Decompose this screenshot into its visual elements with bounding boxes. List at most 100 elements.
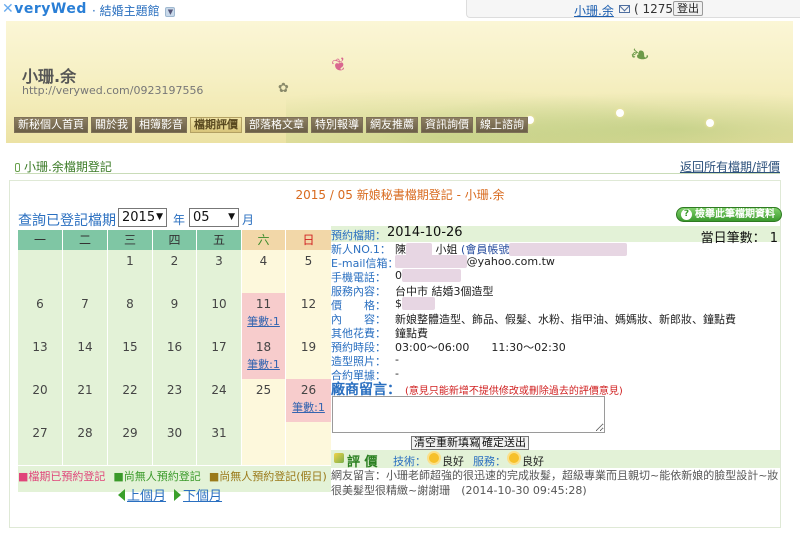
booking-count-link[interactable]: 筆數:1 <box>242 356 285 372</box>
nav-special[interactable]: 特別報導 <box>311 117 363 133</box>
theme-hall-menu[interactable]: · 結婚主題館 ▼ <box>92 2 176 19</box>
butterfly-icon: ❧ <box>627 39 653 71</box>
sun-icon <box>429 453 439 463</box>
user-comment: 網友留言：小珊老師超強的很迅速的完成妝髮，超級專業而且親切~能依新娘的臉型設計~… <box>331 468 780 498</box>
month-value: 05 <box>193 210 210 225</box>
month-select[interactable]: 05 ▼ <box>189 208 239 227</box>
nav-recommend[interactable]: 網友推薦 <box>366 117 418 133</box>
tech-label: 技術： <box>393 455 426 468</box>
calendar-day[interactable]: 26 筆數:1 <box>286 379 331 422</box>
calendar-day: 22 <box>108 379 152 422</box>
nav-about[interactable]: 關於我 <box>91 117 132 133</box>
calendar-day: 30 <box>153 422 196 465</box>
chevron-down-icon: ▼ <box>156 212 163 222</box>
calendar-day: 12 <box>286 293 331 336</box>
redacted-text: xxxxx <box>402 297 435 310</box>
report-button[interactable]: ? 檢舉此筆檔期資料 <box>676 207 782 222</box>
calendar-day: 31 <box>197 422 241 465</box>
calendar-day: 8 <box>108 293 152 336</box>
arrow-right-icon[interactable] <box>174 489 182 501</box>
site-logo[interactable]: ✕veryWed <box>2 1 87 17</box>
field-value: xxxxxxxxxxx@yahoo.com.tw <box>395 255 555 268</box>
day-number: 23 <box>166 383 183 397</box>
day-number: 21 <box>77 383 93 397</box>
chevron-down-icon[interactable]: ▼ <box>165 6 176 17</box>
logout-button[interactable]: 登出 <box>673 1 703 16</box>
day-number: 12 <box>300 297 317 311</box>
calendar-day: 13 <box>18 336 62 379</box>
weekday-header: 四 <box>153 230 196 250</box>
prev-month-link[interactable]: 上個月 <box>127 489 166 504</box>
calendar-day: 25 <box>242 379 285 422</box>
back-to-all-link[interactable]: 返回所有檔期/評價 <box>680 158 780 175</box>
top-bar: ✕veryWed · 結婚主題館 ▼ 小珊.余 ( 1275 ) 登出 <box>0 0 800 20</box>
calendar-day: 3 <box>197 250 241 293</box>
submit-button[interactable]: 確定送出 <box>479 436 529 450</box>
calendar-empty-cell <box>286 422 331 465</box>
calendar-day[interactable]: 18 筆數:1 <box>242 336 285 379</box>
user-box: 小珊.余 ( 1275 ) 登出 <box>466 0 800 18</box>
nav-blog[interactable]: 部落格文章 <box>245 117 308 133</box>
calendar-day: 15 <box>108 336 152 379</box>
booking-count-link[interactable]: 筆數:1 <box>242 313 285 329</box>
field-value: - <box>395 353 399 366</box>
redacted-text: xxxxxxxxxxx <box>395 255 467 268</box>
calendar-day: 10 <box>197 293 241 336</box>
day-number: 28 <box>77 426 93 440</box>
tech-value: 良好 <box>442 455 464 468</box>
weekday-header: 一 <box>18 230 62 250</box>
calendar-day[interactable]: 11 筆數:1 <box>242 293 285 336</box>
mail-icon[interactable] <box>619 5 630 13</box>
calendar-day: 6 <box>18 293 62 336</box>
date-value: 2014-10-26 <box>387 225 463 240</box>
weekday-header: 三 <box>108 230 152 250</box>
year-select[interactable]: 2015 ▼ <box>118 208 167 227</box>
day-number: 20 <box>32 383 48 397</box>
day-number: 19 <box>300 340 317 354</box>
weekday-header: 日 <box>286 230 331 250</box>
bullet-icon <box>15 163 20 172</box>
price-prefix: $ <box>395 297 402 310</box>
nav-consult[interactable]: 線上諮詢 <box>476 117 528 133</box>
sun-icon <box>509 453 519 463</box>
query-label: 查詢已登記檔期 <box>18 213 116 229</box>
next-month-link[interactable]: 下個月 <box>183 489 222 504</box>
arrow-left-icon[interactable] <box>118 489 125 501</box>
user-link[interactable]: 小珊.余 <box>574 2 614 19</box>
service-label: 服務： <box>473 455 506 468</box>
flower-decoration <box>706 119 714 127</box>
nav-home[interactable]: 新秘個人首頁 <box>14 117 88 133</box>
day-number: 14 <box>77 340 93 354</box>
year-unit: 年 <box>173 213 186 227</box>
nav-quote[interactable]: 資訊詢價 <box>421 117 473 133</box>
question-icon: ? <box>681 209 692 220</box>
butterfly-icon: ✿ <box>278 81 289 96</box>
butterfly-icon: ❦ <box>329 53 350 78</box>
calendar-day: 5 <box>286 250 331 293</box>
day-number: 30 <box>166 426 183 440</box>
legend-free-holiday: ■尚無人預約登記(假日) <box>208 470 327 483</box>
calendar-day: 9 <box>153 293 196 336</box>
detail-header: 預約檔期： 2014-10-26 當日筆數： 1 <box>331 225 780 246</box>
booking-count-link[interactable]: 筆數:1 <box>286 399 331 415</box>
nav-schedule[interactable]: 檔期評價 <box>190 117 242 133</box>
day-number: 13 <box>32 340 48 354</box>
field-value: 新娘整體造型、飾品、假髮、水粉、指甲油、媽媽妝、新郎妝、鐘點費 <box>395 313 736 326</box>
section-title-text: 小珊.余檔期登記 <box>24 160 112 174</box>
nav-album[interactable]: 相簿影音 <box>135 117 187 133</box>
day-number: 6 <box>36 297 44 311</box>
calendar-grid: 一二三四五六日 1 2 3 4 5 6 7 8 9 10 11 筆數:1 12 13 14 15 16 17 18 筆數… <box>18 230 331 492</box>
logo-x-mark: ✕ <box>2 1 15 17</box>
weekday-header: 五 <box>197 230 241 250</box>
vendor-message-input[interactable] <box>332 396 605 433</box>
day-number: 25 <box>255 383 272 397</box>
day-count-value: 1 <box>769 231 778 246</box>
field-value: $xxxxx <box>395 297 435 310</box>
reset-button[interactable]: 清空重新填寫 <box>411 436 483 450</box>
calendar-day: 20 <box>18 379 62 422</box>
rating-bar: 評 價 技術： 良好 服務： 良好 <box>331 450 780 470</box>
calendar-day: 2 <box>153 250 196 293</box>
day-number: 3 <box>215 254 223 268</box>
day-number: 27 <box>32 426 48 440</box>
calendar-day: 14 <box>63 336 107 379</box>
